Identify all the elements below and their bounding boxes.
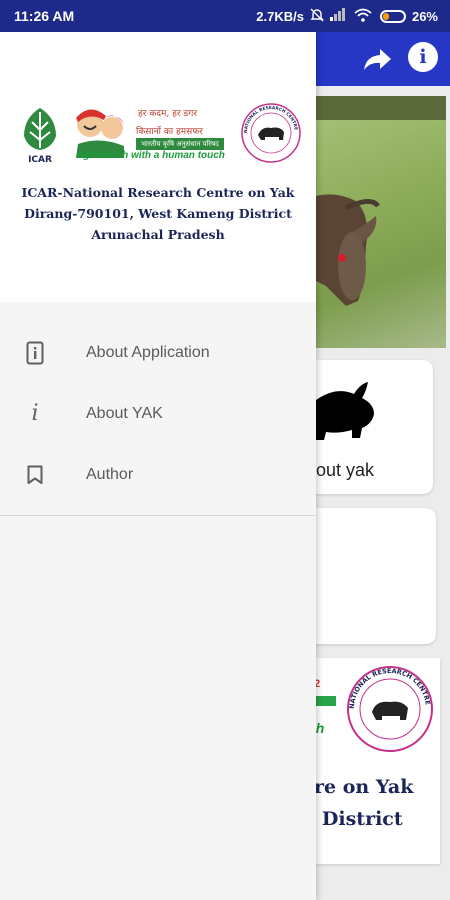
nrc-yak-badge: NATIONAL RESEARCH CENTRE ON YAK xyxy=(240,102,301,163)
bookmark-icon xyxy=(24,463,46,487)
hindi-tagline-3: भारतीय कृषि अनुसंधान परिषद xyxy=(136,138,224,150)
yak-photo[interactable] xyxy=(316,96,446,348)
drawer-header: ICAR हर कदम, हर डगर किसानों का हमसफर भार… xyxy=(0,32,316,302)
battery-percent: 26% xyxy=(411,8,438,24)
battery-icon xyxy=(379,9,406,23)
network-speed: 2.7KB/s xyxy=(256,8,304,24)
navigation-drawer: ICAR हर कदम, हर डगर किसानों का हमसफर भार… xyxy=(0,32,316,900)
org-line-3: Arunachal Pradesh xyxy=(91,227,225,242)
battery-fill xyxy=(382,12,389,20)
banner-fragment-en: ch xyxy=(316,720,325,736)
drawer-menu: About Application i About YAK Author xyxy=(0,322,316,505)
banner-line-1: re on Yak xyxy=(316,776,414,798)
menu-item-about-application[interactable]: About Application xyxy=(0,322,316,383)
rhino-icon xyxy=(316,380,378,449)
mute-icon xyxy=(310,8,324,25)
drawer-logos: ICAR हर कदम, हर डगर किसानों का हमसफर भार… xyxy=(14,102,304,194)
icar-label: ICAR xyxy=(28,155,52,165)
menu-item-author[interactable]: Author xyxy=(0,444,316,505)
signal-icon xyxy=(329,8,348,24)
drawer-divider xyxy=(0,515,316,516)
banner-line-2: g District xyxy=(316,808,403,830)
about-yak-card-label: out yak xyxy=(316,460,375,480)
wifi-icon xyxy=(354,8,372,25)
menu-item-label: Author xyxy=(86,465,134,483)
menu-item-label: About YAK xyxy=(86,404,163,422)
status-right: 2.7KB/s 26% xyxy=(256,8,438,25)
organization-info: ICAR-National Research Centre on Yak Dir… xyxy=(0,182,316,245)
info-i-icon: i xyxy=(31,401,39,426)
phone-info-icon xyxy=(24,341,46,365)
banner-fragment-hindi: 2 xyxy=(316,678,321,690)
banner-card: 2 ch NATIONAL RESEARCH CENTRE ON YAK re … xyxy=(316,658,440,864)
icar-logo: ICAR xyxy=(24,108,56,165)
org-line-1: ICAR-National Research Centre on Yak xyxy=(21,185,295,200)
status-bar: 11:26 AM 2.7KB/s 26% xyxy=(0,0,450,32)
status-time: 11:26 AM xyxy=(14,8,75,24)
agrisearch-tagline: Agrisearch with a human touch xyxy=(76,150,225,161)
share-icon[interactable] xyxy=(360,44,394,74)
org-line-2: Dirang-790101, West Kameng District xyxy=(24,206,292,221)
hindi-tagline-2: किसानों का हमसफर xyxy=(136,127,203,137)
banner-green-strip xyxy=(316,696,336,706)
nrc-badge-logo: NATIONAL RESEARCH CENTRE ON YAK xyxy=(339,658,438,759)
hindi-tagline-1: हर कदम, हर डगर xyxy=(138,109,197,119)
info-icon[interactable]: i xyxy=(408,42,438,72)
menu-item-label: About Application xyxy=(86,343,210,361)
content-card[interactable] xyxy=(316,508,436,644)
about-yak-card[interactable]: out yak xyxy=(316,360,433,494)
menu-item-about-yak[interactable]: i About YAK xyxy=(0,383,316,444)
